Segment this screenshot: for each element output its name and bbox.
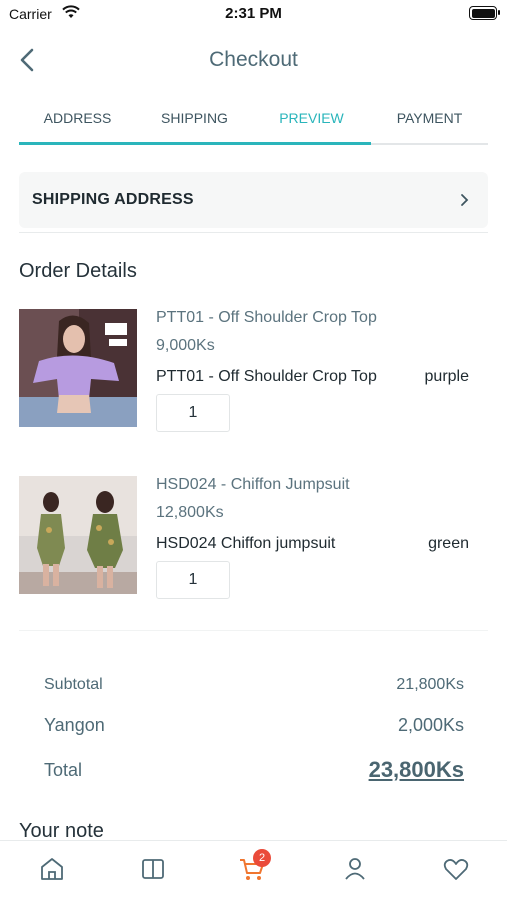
- tab-payment[interactable]: PAYMENT: [371, 110, 488, 126]
- product-image[interactable]: [19, 476, 137, 594]
- bottom-nav: 2: [0, 840, 507, 900]
- home-icon[interactable]: [38, 855, 66, 883]
- divider: [19, 630, 488, 631]
- subtotal-label: Subtotal: [44, 676, 103, 693]
- product-variant: PTT01 - Off Shoulder Crop Top: [156, 368, 377, 385]
- profile-icon[interactable]: [341, 855, 369, 883]
- tab-address[interactable]: ADDRESS: [19, 110, 136, 126]
- total-value: 23,800Ks: [368, 757, 464, 782]
- page-title: Checkout: [209, 48, 298, 71]
- quantity-field[interactable]: 1: [156, 561, 230, 599]
- product-variant: HSD024 Chiffon jumpsuit: [156, 535, 336, 552]
- quantity-field[interactable]: 1: [156, 394, 230, 432]
- product-image[interactable]: [19, 309, 137, 427]
- order-item: PTT01 - Off Shoulder Crop Top 9,000Ks PT…: [19, 309, 488, 439]
- heart-icon[interactable]: [442, 855, 470, 883]
- order-details-title: Order Details: [19, 260, 137, 282]
- delivery-label: Yangon: [44, 715, 105, 735]
- delivery-value: 2,000Ks: [397, 715, 464, 735]
- product-price: 12,800Ks: [156, 504, 224, 521]
- tab-shipping[interactable]: SHIPPING: [136, 110, 253, 126]
- product-name[interactable]: PTT01 - Off Shoulder Crop Top: [156, 309, 377, 327]
- app-header: Checkout: [0, 38, 507, 82]
- status-bar: Carrier 2:31 PM: [0, 0, 507, 30]
- product-price: 9,000Ks: [156, 337, 215, 354]
- shipping-address-row[interactable]: SHIPPING ADDRESS: [19, 172, 488, 228]
- product-color: purple: [424, 368, 469, 385]
- shipping-address-label: SHIPPING ADDRESS: [32, 191, 194, 208]
- battery-icon: [469, 6, 500, 20]
- chevron-right-icon: [461, 194, 469, 206]
- catalog-icon[interactable]: [139, 855, 167, 883]
- divider: [19, 232, 488, 233]
- checkout-steps: ADDRESS SHIPPING PREVIEW PAYMENT: [19, 100, 488, 146]
- status-time: 2:31 PM: [225, 5, 282, 22]
- total-label: Total: [44, 760, 83, 780]
- cart-button[interactable]: 2: [238, 849, 271, 883]
- subtotal-value: 21,800Ks: [396, 676, 464, 693]
- steps-progress-bar: [19, 142, 371, 145]
- order-item: HSD024 - Chiffon Jumpsuit 12,800Ks HSD02…: [19, 476, 488, 606]
- cart-badge: 2: [253, 849, 271, 867]
- product-color: green: [428, 535, 469, 552]
- tab-preview[interactable]: PREVIEW: [253, 110, 370, 126]
- product-name[interactable]: HSD024 - Chiffon Jumpsuit: [156, 476, 350, 494]
